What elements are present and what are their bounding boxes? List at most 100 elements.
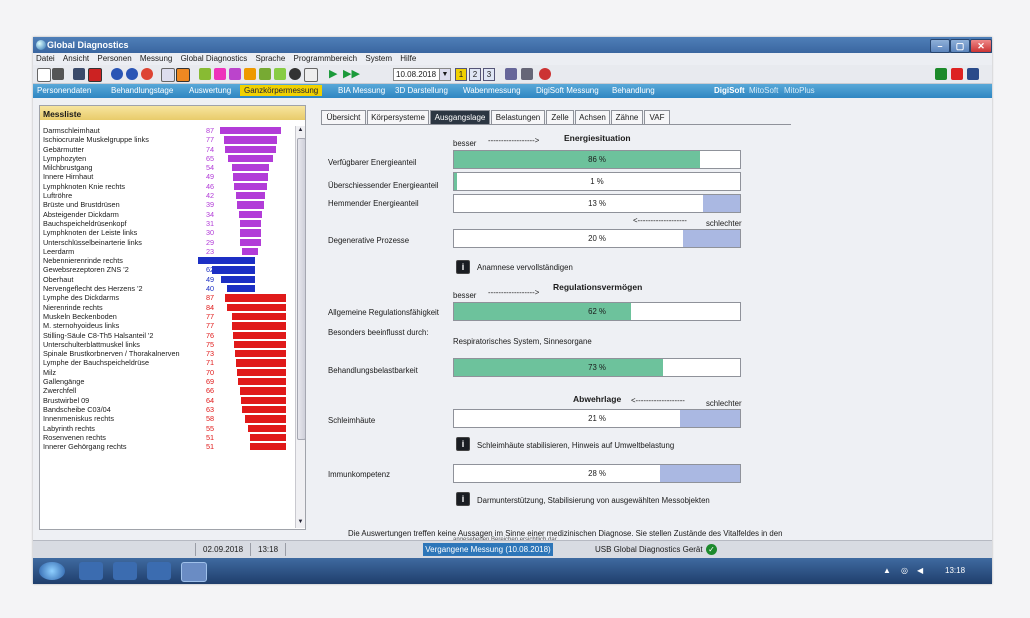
chart-icon[interactable] — [88, 68, 102, 82]
list-item[interactable]: Labyrinth rechts 55 — [40, 424, 294, 433]
tab-achsen[interactable]: Achsen — [575, 110, 610, 125]
list-item[interactable]: Gewebsrezeptoren ZNS '2 62 — [40, 265, 294, 274]
list-item[interactable]: Nierenrinde rechts 84 — [40, 303, 294, 312]
tab-zelle[interactable]: Zelle — [546, 110, 574, 125]
list-item[interactable]: Bandscheibe C03/04 63 — [40, 405, 294, 414]
list-item[interactable]: Lymphknoten der Leiste links 30 — [40, 228, 294, 237]
list-item[interactable]: Absteigender Dickdarm 34 — [40, 210, 294, 219]
global-diagnostics-task-icon[interactable] — [181, 562, 207, 582]
target-icon[interactable] — [539, 68, 551, 80]
list-item[interactable]: Nebennierenrinde rechts82 — [40, 256, 294, 265]
scroll-down-icon[interactable]: ▼ — [296, 518, 305, 527]
menu-personen[interactable]: Personen — [94, 53, 134, 63]
tab-digisoft-messung[interactable]: DigiSoft Messung — [536, 86, 599, 95]
list-item[interactable]: Rosenvenen rechts 51 — [40, 433, 294, 442]
list-item[interactable]: Zwerchfell 66 — [40, 386, 294, 395]
ie-icon[interactable] — [79, 562, 103, 580]
media-icon[interactable] — [147, 562, 171, 580]
list-item[interactable]: Innenmeniskus rechts 58 — [40, 414, 294, 423]
list-item[interactable]: Darmschleimhaut 87 — [40, 126, 294, 135]
grid-view-icon[interactable] — [73, 68, 85, 80]
clock-icon[interactable] — [289, 68, 301, 80]
spectrum-icon[interactable] — [214, 68, 226, 80]
window-icon[interactable] — [521, 68, 533, 80]
list-item[interactable]: Milchbrustgang 54 — [40, 163, 294, 172]
minimize-button[interactable]: – — [930, 39, 950, 53]
list-item[interactable]: Ischiocrurale Muskelgruppe links 77 — [40, 135, 294, 144]
columns-icon[interactable] — [199, 68, 211, 80]
list-item[interactable]: Milz 70 — [40, 368, 294, 377]
tab-mitoplus[interactable]: MitoPlus — [784, 86, 815, 95]
fast-forward-icon[interactable]: ▶▶ — [343, 68, 360, 80]
tab-mitosoft[interactable]: MitoSoft — [749, 86, 778, 95]
list-item[interactable]: Muskeln Beckenboden 77 — [40, 312, 294, 321]
menu-programmbereich[interactable]: Programmbereich — [291, 53, 361, 63]
hand-red-icon[interactable] — [951, 68, 963, 80]
bars-orange-icon[interactable] — [176, 68, 190, 82]
calendar-icon[interactable] — [304, 68, 318, 82]
list-item[interactable]: Nervengeflecht des Herzens '2 40 — [40, 284, 294, 293]
chart-step-icon[interactable] — [259, 68, 271, 80]
tab-vaf[interactable]: VAF — [644, 110, 670, 125]
tab-behandlungstage[interactable]: Behandlungstage — [111, 86, 173, 95]
list-item[interactable]: Innere Hirnhaut 49 — [40, 172, 294, 181]
menu-messung[interactable]: Messung — [137, 53, 175, 63]
list-item[interactable]: Brüste und Brustdrüsen 39 — [40, 200, 294, 209]
tab-wabenmessung[interactable]: Wabenmessung — [463, 86, 521, 95]
list-item[interactable]: Lymphknoten Knie rechts 46 — [40, 182, 294, 191]
list-item[interactable]: Stilling-Säule C8-Th5 Halsanteil '2 76 — [40, 331, 294, 340]
info-blue-2-icon[interactable] — [126, 68, 138, 80]
tab-ganzkoerpermessung[interactable]: Ganzkörpermessung — [240, 85, 323, 96]
tab-uebersicht[interactable]: Übersicht — [321, 110, 366, 125]
page-1-button[interactable]: 1 — [455, 68, 467, 81]
hand-green-icon[interactable] — [935, 68, 947, 80]
scroll-up-icon[interactable]: ▲ — [296, 126, 305, 135]
list-item[interactable]: Spinale Brustkorbnerven / Thorakalnerven… — [40, 349, 294, 358]
menu-hilfe[interactable]: Hilfe — [397, 53, 419, 63]
chart-bar-icon[interactable] — [244, 68, 256, 80]
list-item[interactable]: Lymphe des Dickdarms 87 — [40, 293, 294, 302]
list-item[interactable]: Innerer Gehörgang rechts 51 — [40, 442, 294, 451]
list-item[interactable]: Luftröhre 42 — [40, 191, 294, 200]
list-item[interactable]: Oberhaut 49 — [40, 275, 294, 284]
menu-sprache[interactable]: Sprache — [253, 53, 289, 63]
close-button[interactable]: ✕ — [970, 39, 992, 53]
explorer-icon[interactable] — [113, 562, 137, 580]
list-item[interactable]: Bauchspeicheldrüsenkopf 31 — [40, 219, 294, 228]
list-item[interactable]: Gebärmutter 74 — [40, 145, 294, 154]
list-icon[interactable] — [229, 68, 241, 80]
menu-system[interactable]: System — [362, 53, 395, 63]
info-icon-darm[interactable]: i — [456, 492, 470, 506]
new-file-icon[interactable] — [37, 68, 51, 82]
list-item[interactable]: Lymphe der Bauchspeicheldrüse 71 — [40, 358, 294, 367]
list-item[interactable]: Lymphozyten 65 — [40, 154, 294, 163]
start-button[interactable] — [39, 562, 65, 580]
page-3-button[interactable]: 3 — [483, 68, 495, 81]
list-item[interactable]: Brustwirbel 09 64 — [40, 396, 294, 405]
network-icon[interactable]: ◎ — [901, 566, 908, 575]
info-icon-anamnese[interactable]: i — [456, 260, 470, 274]
list-item[interactable]: M. sternohyoideus links 77 — [40, 321, 294, 330]
tab-personendaten[interactable]: Personendaten — [37, 86, 91, 95]
tab-digisoft[interactable]: DigiSoft — [714, 86, 745, 95]
list-item[interactable]: Gallengänge 69 — [40, 377, 294, 386]
page-2-button[interactable]: 2 — [469, 68, 481, 81]
layout-icon[interactable] — [505, 68, 517, 80]
info-red-icon[interactable] — [141, 68, 153, 80]
list-item[interactable]: Unterschulterblattmuskel links 75 — [40, 340, 294, 349]
list-item[interactable]: Unterschlüsselbeinarterie links 29 — [40, 238, 294, 247]
chevron-down-icon[interactable]: ▼ — [439, 68, 451, 81]
scroll-thumb[interactable] — [297, 138, 306, 440]
card-icon[interactable] — [161, 68, 175, 82]
tab-auswertung[interactable]: Auswertung — [189, 86, 231, 95]
tab-behandlung[interactable]: Behandlung — [612, 86, 655, 95]
menu-datei[interactable]: Datei — [33, 53, 58, 63]
tab-belastungen[interactable]: Belastungen — [491, 110, 545, 125]
play-icon[interactable]: ▶ — [329, 68, 341, 80]
tab-koerpersysteme[interactable]: Körpersysteme — [367, 110, 429, 125]
tab-bia-messung[interactable]: BIA Messung — [338, 86, 385, 95]
menu-global-diagnostics[interactable]: Global Diagnostics — [178, 53, 251, 63]
report-icon[interactable] — [967, 68, 979, 80]
table-icon[interactable] — [274, 68, 286, 80]
volume-icon[interactable]: ◀ — [917, 566, 923, 575]
